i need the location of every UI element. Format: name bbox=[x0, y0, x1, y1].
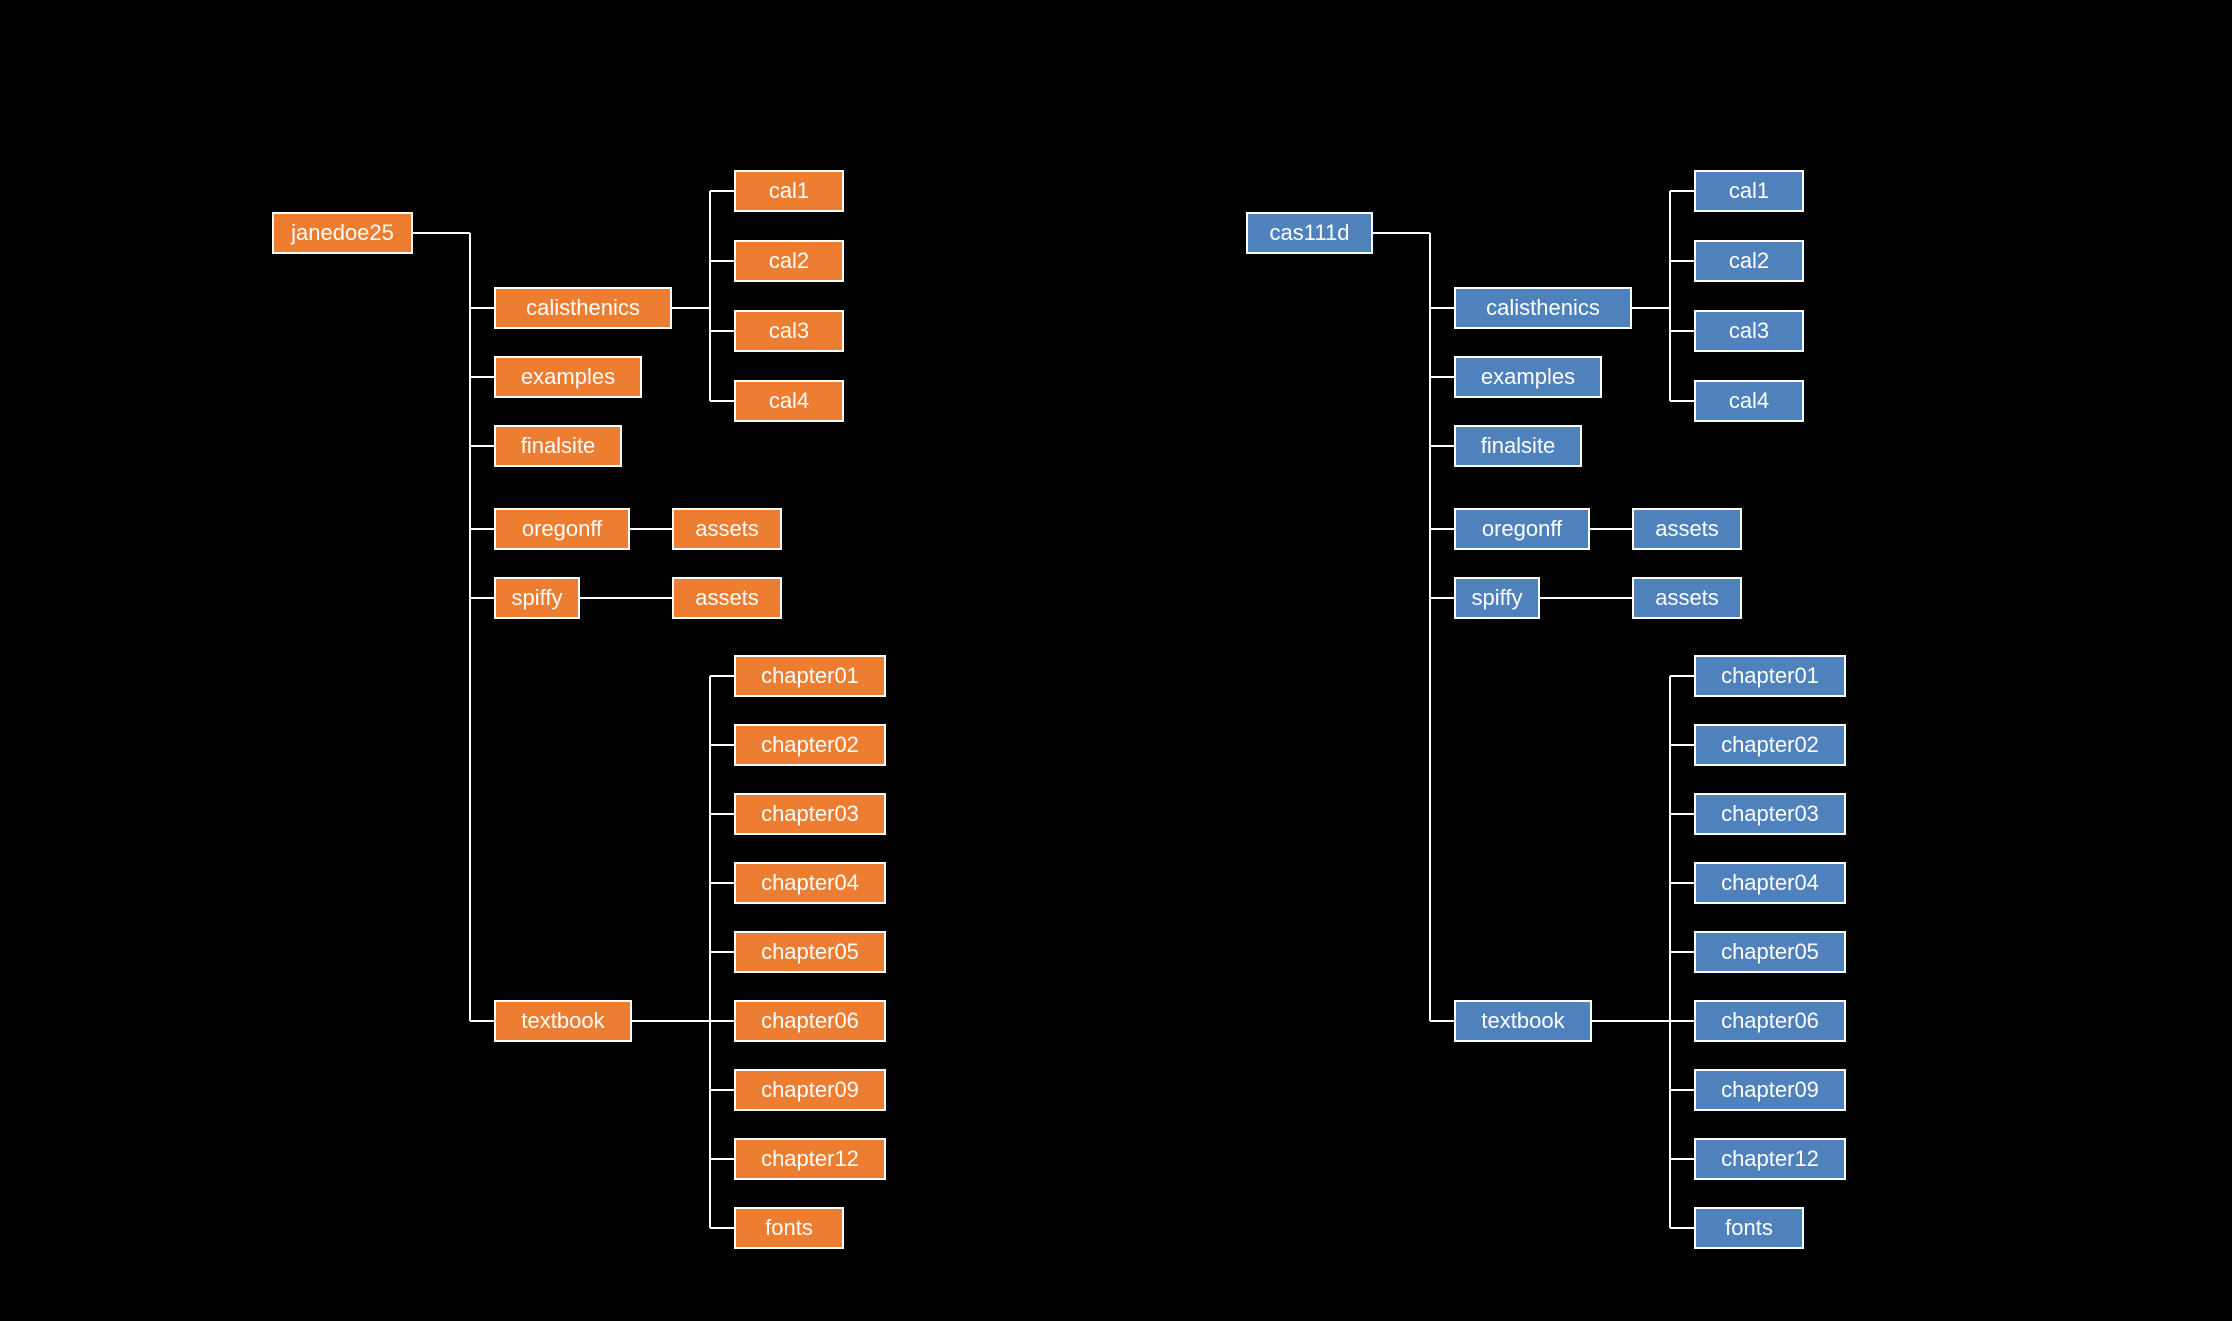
tree-leaf: chapter01 bbox=[734, 655, 886, 697]
tree-leaf: fonts bbox=[734, 1207, 844, 1249]
diagram-stage: janedoe25 calisthenics examples finalsit… bbox=[0, 0, 2232, 1321]
tree-leaf: cal3 bbox=[734, 310, 844, 352]
tree-leaf: chapter05 bbox=[734, 931, 886, 973]
tree-leaf: cal1 bbox=[734, 170, 844, 212]
tree-leaf: chapter12 bbox=[1694, 1138, 1846, 1180]
tree-node: oregonff bbox=[494, 508, 630, 550]
tree-leaf: chapter06 bbox=[734, 1000, 886, 1042]
tree-leaf: chapter04 bbox=[1694, 862, 1846, 904]
tree-leaf: assets bbox=[1632, 508, 1742, 550]
tree-node: textbook bbox=[494, 1000, 632, 1042]
tree-leaf: cal4 bbox=[1694, 380, 1804, 422]
tree-node: finalsite bbox=[494, 425, 622, 467]
tree-leaf: chapter01 bbox=[1694, 655, 1846, 697]
tree-leaf: assets bbox=[1632, 577, 1742, 619]
tree-leaf: chapter02 bbox=[734, 724, 886, 766]
tree-leaf: chapter09 bbox=[1694, 1069, 1846, 1111]
tree-node: finalsite bbox=[1454, 425, 1582, 467]
tree-leaf: chapter04 bbox=[734, 862, 886, 904]
tree-leaf: cal3 bbox=[1694, 310, 1804, 352]
tree-root: cas111d bbox=[1246, 212, 1373, 254]
tree-leaf: cal2 bbox=[1694, 240, 1804, 282]
tree-root: janedoe25 bbox=[272, 212, 413, 254]
tree-node: spiffy bbox=[1454, 577, 1540, 619]
tree-leaf: cal2 bbox=[734, 240, 844, 282]
tree-node: spiffy bbox=[494, 577, 580, 619]
connector-lines bbox=[0, 0, 2232, 1321]
tree-leaf: chapter12 bbox=[734, 1138, 886, 1180]
tree-leaf: chapter06 bbox=[1694, 1000, 1846, 1042]
tree-leaf: cal4 bbox=[734, 380, 844, 422]
tree-leaf: chapter03 bbox=[1694, 793, 1846, 835]
tree-leaf: chapter09 bbox=[734, 1069, 886, 1111]
tree-node: calisthenics bbox=[1454, 287, 1632, 329]
tree-node: textbook bbox=[1454, 1000, 1592, 1042]
tree-leaf: cal1 bbox=[1694, 170, 1804, 212]
tree-node: oregonff bbox=[1454, 508, 1590, 550]
tree-leaf: fonts bbox=[1694, 1207, 1804, 1249]
tree-node: examples bbox=[494, 356, 642, 398]
tree-leaf: assets bbox=[672, 508, 782, 550]
tree-leaf: chapter05 bbox=[1694, 931, 1846, 973]
tree-leaf: assets bbox=[672, 577, 782, 619]
tree-node: calisthenics bbox=[494, 287, 672, 329]
tree-leaf: chapter02 bbox=[1694, 724, 1846, 766]
tree-node: examples bbox=[1454, 356, 1602, 398]
tree-leaf: chapter03 bbox=[734, 793, 886, 835]
